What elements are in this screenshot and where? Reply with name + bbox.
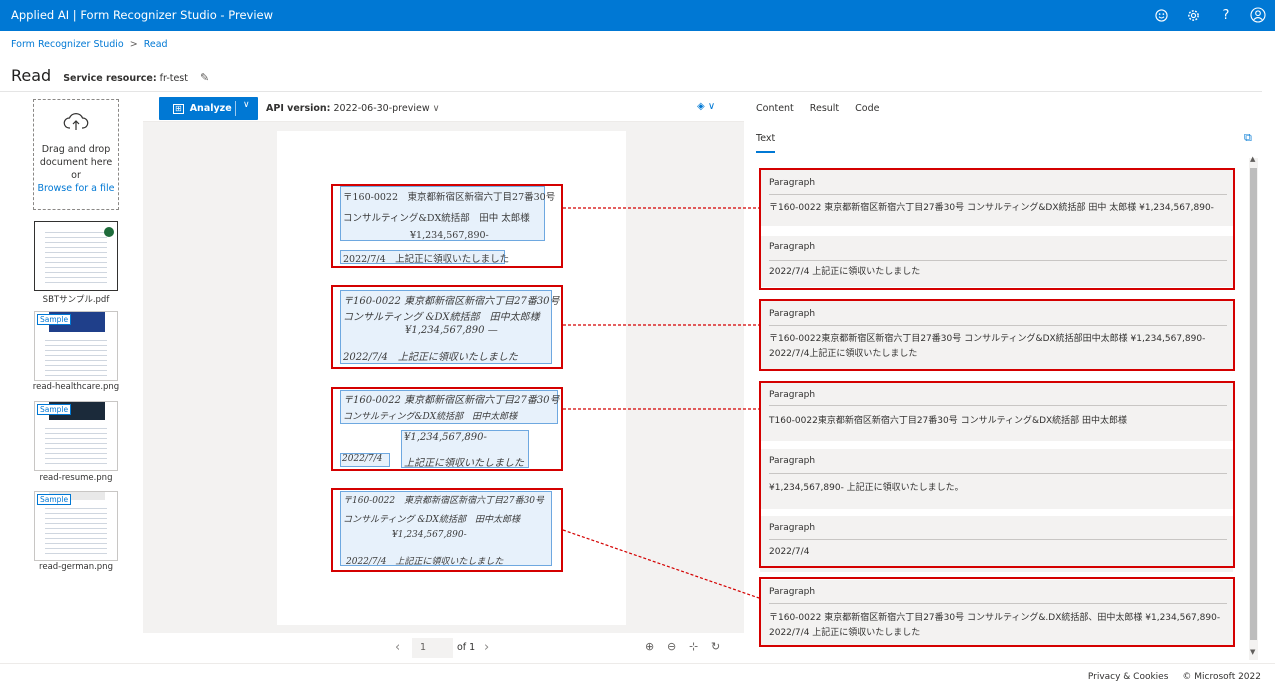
- account-icon[interactable]: [1249, 6, 1267, 24]
- zoom-out-icon[interactable]: ⊖: [667, 640, 676, 653]
- sample-badge: Sample: [37, 314, 72, 325]
- cloud-upload-icon: [34, 112, 118, 135]
- privacy-link[interactable]: Privacy & Cookies: [1088, 672, 1169, 682]
- annotation-box: [759, 299, 1235, 371]
- layers-icon[interactable]: ◈ ∨: [697, 101, 715, 112]
- file-thumbnail-sbt[interactable]: [34, 221, 118, 291]
- rotate-icon[interactable]: ↻: [711, 640, 720, 653]
- file-name-healthcare[interactable]: read-healthcare.png: [25, 382, 127, 392]
- copyright-text: © Microsoft 2022: [1182, 672, 1261, 682]
- dropzone-or: or: [71, 170, 81, 181]
- subtab-underline: [756, 151, 775, 153]
- file-thumbnail-resume[interactable]: Sample: [34, 401, 118, 471]
- tab-result[interactable]: Result: [810, 103, 839, 114]
- breadcrumb: Form Recognizer Studio > Read: [11, 39, 168, 50]
- analyze-icon: ⊞: [173, 103, 184, 114]
- footer: Privacy & Cookies © Microsoft 2022: [0, 663, 1275, 688]
- document-thumbnail-image: [45, 336, 107, 376]
- page-title: Read: [11, 66, 52, 85]
- gear-icon[interactable]: [1184, 6, 1202, 24]
- service-resource-label: Service resource:: [63, 73, 157, 84]
- file-dropzone[interactable]: Drag and drop document here or Browse fo…: [33, 99, 119, 210]
- zoom-in-icon[interactable]: ⊕: [645, 640, 654, 653]
- copy-icon[interactable]: ⧉: [1244, 131, 1252, 145]
- browse-file-link[interactable]: Browse for a file: [34, 182, 118, 195]
- chevron-down-icon: ∨: [432, 103, 440, 114]
- annotation-box: [331, 488, 563, 572]
- annotation-box: [331, 285, 563, 369]
- top-bar: Applied AI | Form Recognizer Studio - Pr…: [0, 0, 1275, 31]
- header-divider: [0, 91, 1262, 92]
- scroll-up-icon[interactable]: ▲: [1250, 155, 1255, 163]
- sample-badge: Sample: [37, 494, 72, 505]
- analyze-label: Analyze: [189, 103, 232, 114]
- file-thumbnail-healthcare[interactable]: Sample: [34, 311, 118, 381]
- status-dot: [104, 227, 114, 237]
- file-name-resume[interactable]: read-resume.png: [25, 473, 127, 483]
- analyze-button[interactable]: ⊞ Analyze ∨: [159, 97, 258, 120]
- help-icon[interactable]: ?: [1217, 6, 1235, 24]
- service-resource: Service resource: fr-test: [63, 73, 188, 84]
- chevron-down-icon[interactable]: ∨: [243, 100, 250, 110]
- dropzone-line1: Drag and drop: [41, 144, 111, 155]
- tab-code[interactable]: Code: [855, 103, 879, 114]
- breadcrumb-root-link[interactable]: Form Recognizer Studio: [11, 39, 124, 50]
- document-thumbnail-image: [45, 228, 107, 286]
- smiley-icon[interactable]: [1152, 6, 1170, 24]
- annotation-box: [331, 387, 563, 471]
- page-number-input[interactable]: 1: [412, 638, 453, 658]
- page-header: Read Service resource: fr-test ✎: [11, 66, 209, 85]
- api-version-dropdown[interactable]: API version: 2022-06-30-preview ∨: [266, 103, 440, 114]
- sample-badge: Sample: [37, 404, 72, 415]
- scrollbar-thumb[interactable]: [1250, 168, 1257, 640]
- api-version-value: 2022-06-30-preview: [333, 103, 430, 114]
- breadcrumb-current-link[interactable]: Read: [144, 39, 168, 50]
- api-version-label: API version:: [266, 103, 331, 114]
- result-tabs: Content Result Code: [756, 103, 879, 114]
- app-title: Applied AI | Form Recognizer Studio - Pr…: [11, 8, 273, 22]
- file-thumbnail-german[interactable]: Sample: [34, 491, 118, 561]
- annotation-box: [759, 381, 1235, 568]
- file-name-sbt[interactable]: SBTサンプル.pdf: [25, 293, 127, 305]
- subtab-text[interactable]: Text: [756, 133, 775, 144]
- edit-pencil-icon[interactable]: ✎: [200, 71, 209, 84]
- next-page-icon[interactable]: ›: [484, 640, 489, 655]
- split-divider: [235, 101, 236, 116]
- tab-content[interactable]: Content: [756, 103, 794, 114]
- file-name-german[interactable]: read-german.png: [25, 562, 127, 572]
- document-thumbnail-image: [45, 424, 107, 466]
- breadcrumb-separator: >: [129, 39, 138, 50]
- document-thumbnail-image: [45, 504, 107, 556]
- annotation-box: [759, 577, 1235, 647]
- service-resource-value: fr-test: [159, 73, 188, 84]
- annotation-box: [331, 184, 563, 268]
- page-count: of 1: [457, 642, 476, 653]
- prev-page-icon[interactable]: ‹: [395, 640, 400, 655]
- annotation-box: [759, 168, 1235, 290]
- fit-page-icon[interactable]: ⊹: [689, 640, 698, 653]
- scroll-down-icon[interactable]: ▼: [1250, 648, 1255, 656]
- dropzone-line2: document here: [39, 157, 113, 168]
